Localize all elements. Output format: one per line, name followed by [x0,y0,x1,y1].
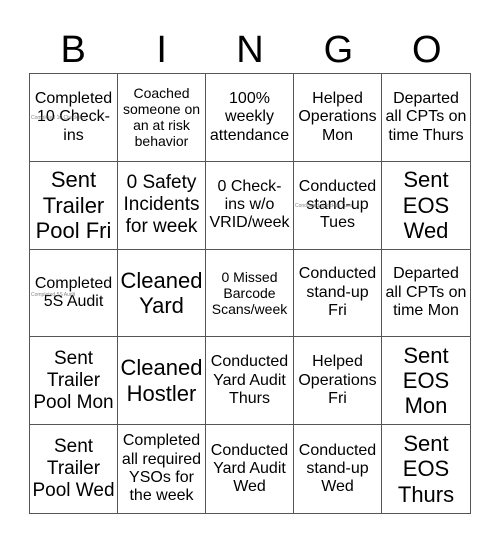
cell-text: Helped Operations Fri [298,353,377,407]
bingo-cell[interactable]: 0 Check-ins w/o VRID/week [206,161,294,250]
bingo-cell[interactable]: Conducted stand-up Wed [294,425,382,513]
bingo-cell[interactable]: Completed all required YSOs for the week [118,425,206,513]
bingo-cell[interactable]: Conducted stand-up Fri [294,249,382,338]
bingo-cell[interactable]: Conducted Yard Audit Wed [206,425,294,513]
cell-text: Coached someone on an at risk behavior [122,85,201,150]
bingo-cell[interactable]: Helped Operations Fri [294,337,382,426]
ghost-label: Conducted stand-up Tues [295,202,353,209]
bingo-cell[interactable]: Cleaned Yard [118,249,206,338]
cell-text: 0 Missed Barcode Scans/week [211,268,288,318]
cell-text: Cleaned Yard [120,267,203,318]
cell-text: Sent EOS Mon [402,342,450,419]
bingo-cell[interactable]: Conducted stand-up Tues Conducted stand-… [294,161,382,250]
cell-text: Helped Operations Mon [298,89,377,144]
bingo-cell[interactable]: Completed 5S Audit Completed 5S Audit [30,249,118,338]
header-letter-g: G [323,29,354,71]
bingo-cell[interactable]: Sent Trailer Pool Fri [30,161,118,250]
bingo-board: Completed 10 Check-ins Completed 10 Chec… [29,73,471,514]
bingo-cell[interactable]: Completed 10 Check-ins Completed 10 Chec… [30,74,118,162]
header-letter-b: B [60,29,86,71]
bingo-cell[interactable]: Sent EOS Thurs [382,425,470,513]
header-letter-i: I [156,29,167,71]
bingo-cell[interactable]: Cleaned Hostler [118,337,206,426]
cell-text: Sent Trailer Pool Wed [32,436,115,502]
bingo-cell[interactable]: Sent EOS Mon [382,337,470,426]
cell-text: 0 Safety Incidents for week [123,172,200,238]
bingo-cell[interactable]: Coached someone on an at risk behavior [118,74,206,162]
cell-text: 0 Check-ins w/o VRID/week [209,177,290,232]
cell-text: Conducted stand-up Wed [298,441,377,496]
ghost-label: Completed 10 Check-ins [31,115,86,121]
bingo-header: B I N G O [29,28,471,72]
cell-text: Completed all required YSOs for the week [121,432,202,505]
bingo-cell[interactable]: Conducted Yard Audit Thurs [206,337,294,426]
bingo-cell[interactable]: Helped Operations Mon [294,74,382,162]
bingo-cell[interactable]: 0 Safety Incidents for week [118,161,206,250]
bingo-cell[interactable]: 100% weekly attendance [206,74,294,162]
bingo-cell[interactable]: Departed all CPTs on time Thurs [382,74,470,162]
cell-text: Departed all CPTs on time Mon [385,265,467,320]
cell-text: Conducted Yard Audit Wed [210,441,289,496]
bingo-cell[interactable]: Sent Trailer Pool Mon [30,337,118,426]
cell-text: 100% weekly attendance [209,89,290,144]
cell-text: Cleaned Hostler [120,355,203,406]
cell-text: Sent EOS Thurs [397,431,455,507]
cell-text: Sent EOS Wed [402,167,450,243]
header-letter-o: O [412,29,442,71]
cell-text: Departed all CPTs on time Thurs [385,89,467,144]
header-letter-n: N [236,29,264,71]
ghost-label: Completed 5S Audit [31,291,76,298]
cell-text: Sent Trailer Pool Fri [35,167,112,243]
cell-text: Conducted stand-up Fri [298,265,377,320]
bingo-cell[interactable]: Sent EOS Wed [382,162,470,250]
cell-text: Sent Trailer Pool Mon [33,348,114,413]
bingo-cell[interactable]: 0 Missed Barcode Scans/week [206,249,294,338]
bingo-cell[interactable]: Departed all CPTs on time Mon [382,250,470,338]
cell-text: Conducted Yard Audit Thurs [210,353,289,407]
bingo-cell[interactable]: Sent Trailer Pool Wed [30,425,118,513]
